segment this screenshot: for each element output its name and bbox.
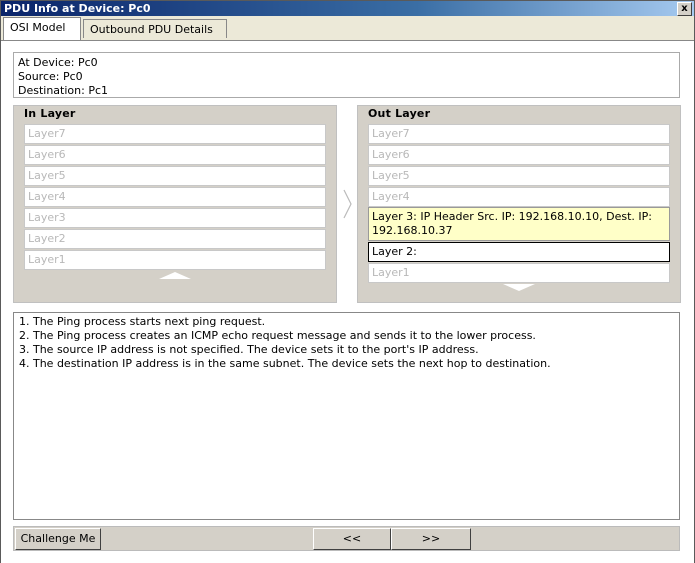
steps-text-area[interactable]: 1. The Ping process starts next ping req…: [13, 312, 680, 520]
step-line: 2. The Ping process creates an ICMP echo…: [19, 329, 536, 342]
tab-content: At Device: Pc0 Source: Pc0 Destination: …: [1, 40, 694, 563]
title-bar: PDU Info at Device: Pc0 x: [1, 1, 694, 16]
out-layer-3[interactable]: Layer 3: IP Header Src. IP: 192.168.10.1…: [368, 207, 670, 241]
in-layer-6[interactable]: Layer6: [24, 145, 326, 165]
up-arrow-icon: [159, 272, 191, 279]
out-layer-1[interactable]: Layer1: [368, 263, 670, 283]
next-button[interactable]: >>: [391, 528, 471, 550]
in-layer-4[interactable]: Layer4: [24, 187, 326, 207]
source-text: Source: Pc0: [18, 70, 83, 83]
in-layer-title: In Layer: [24, 107, 76, 120]
tab-osi-model[interactable]: OSI Model: [3, 17, 81, 40]
in-layer-1[interactable]: Layer1: [24, 250, 326, 270]
out-layer-2[interactable]: Layer 2:: [368, 242, 670, 262]
out-layer-panel: Out Layer Layer7 Layer6 Layer5 Layer4 La…: [357, 105, 681, 303]
button-bar: Challenge Me << >>: [13, 526, 680, 551]
out-layer-title: Out Layer: [368, 107, 431, 120]
tab-outbound-pdu-details[interactable]: Outbound PDU Details: [83, 19, 227, 38]
in-layer-3[interactable]: Layer3: [24, 208, 326, 228]
window-title: PDU Info at Device: Pc0: [4, 2, 151, 15]
previous-button[interactable]: <<: [313, 528, 391, 550]
in-layer-5[interactable]: Layer5: [24, 166, 326, 186]
right-arrow-icon: [343, 189, 352, 219]
out-layer-4[interactable]: Layer4: [368, 187, 670, 207]
in-layer-2[interactable]: Layer2: [24, 229, 326, 249]
out-layer-7[interactable]: Layer7: [368, 124, 670, 144]
pdu-info-window: PDU Info at Device: Pc0 x OSI Model Outb…: [0, 0, 695, 563]
out-layer-5[interactable]: Layer5: [368, 166, 670, 186]
destination-text: Destination: Pc1: [18, 84, 109, 97]
tab-bar: OSI Model Outbound PDU Details: [1, 16, 694, 40]
challenge-me-button[interactable]: Challenge Me: [15, 528, 101, 550]
down-arrow-icon: [503, 284, 535, 291]
step-line: 3. The source IP address is not specifie…: [19, 343, 479, 356]
at-device-text: At Device: Pc0: [18, 56, 98, 69]
out-layer-6[interactable]: Layer6: [368, 145, 670, 165]
device-info-box: At Device: Pc0 Source: Pc0 Destination: …: [13, 52, 680, 98]
close-button[interactable]: x: [677, 2, 692, 16]
step-line: 1. The Ping process starts next ping req…: [19, 315, 266, 328]
in-layer-panel: In Layer Layer7 Layer6 Layer5 Layer4 Lay…: [13, 105, 337, 303]
in-layer-7[interactable]: Layer7: [24, 124, 326, 144]
step-line: 4. The destination IP address is in the …: [19, 357, 551, 370]
